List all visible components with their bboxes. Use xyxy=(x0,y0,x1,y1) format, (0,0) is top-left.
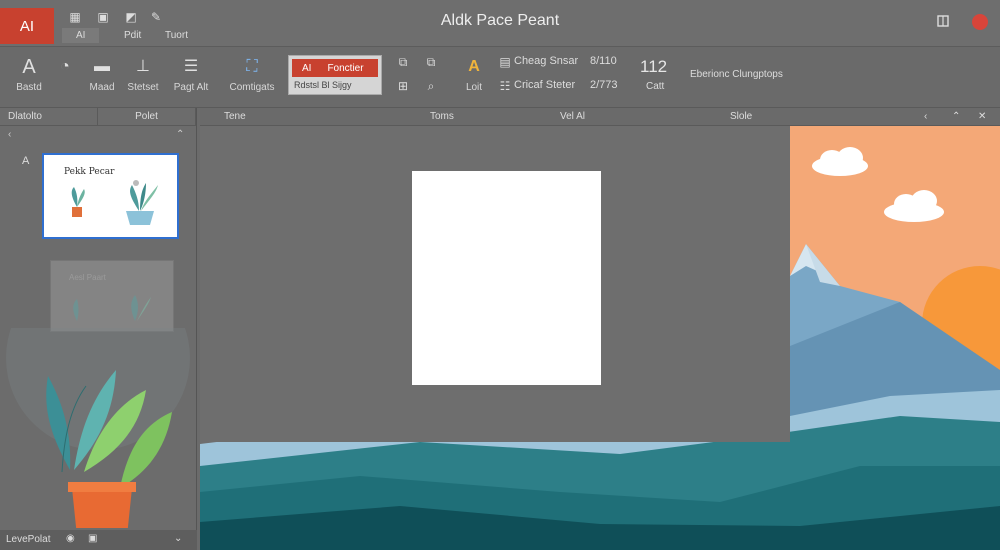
ribbon-row-1[interactable]: Cheag Snsar xyxy=(514,55,578,67)
ribbon-toolbar: A Bastd ◔ ▬ Maad ⊥ Stetset ☰ Pagt Alt ⛶ … xyxy=(0,46,1000,108)
tab-insert[interactable]: Tuort xyxy=(165,30,188,41)
new-slide-button[interactable]: ▬ Maad xyxy=(86,57,118,93)
tab-ai[interactable]: AI xyxy=(62,28,100,43)
layout-label: Pagt Alt xyxy=(173,82,209,93)
header-slide[interactable]: Slole xyxy=(730,111,752,122)
chevron-down-icon[interactable]: ⌄ xyxy=(174,533,182,544)
tab-edit[interactable]: Pdit xyxy=(124,30,141,41)
reset-label: Stetset xyxy=(127,82,159,93)
reset-button[interactable]: ⊥ Stetset xyxy=(120,57,166,93)
restore-icon[interactable] xyxy=(936,14,950,28)
ribbon-row-1-value: 8/110 xyxy=(590,55,617,67)
title-bar: AI ▦ ▣ ◩ ✎ AI Pdit Tuort Aldk Pace Peant xyxy=(0,0,1000,46)
font-size-label: Catt xyxy=(646,81,665,92)
image-edit-icon: ⛶ xyxy=(246,58,258,75)
paste-icon[interactable]: ⧉ xyxy=(424,55,438,69)
layout-button[interactable]: ☰ Pagt Alt xyxy=(168,57,214,93)
bold-text-button[interactable]: A Bastd xyxy=(14,57,44,93)
thumbnail-plant-icon xyxy=(71,180,158,225)
slides-panel: Dlatolto Polet ‹ ⌃ A Pekk Pecar Aesl Paa… xyxy=(0,108,197,550)
ribbon-row-2[interactable]: Cricaf Steter xyxy=(514,79,575,91)
window-title: Aldk Pace Peant xyxy=(440,12,560,29)
image-edit-button[interactable]: ⛶ Comtigats xyxy=(224,57,280,93)
slide-thumbnail-2[interactable]: Aesl Paart xyxy=(50,260,174,332)
slide-thumbnail-1[interactable]: Pekk Pecar xyxy=(42,153,179,239)
close-button[interactable] xyxy=(972,14,988,30)
edit-icon[interactable]: ▤ xyxy=(498,55,512,69)
font-selector[interactable]: AI Fonctier Rdstsl Bl Sijgy xyxy=(288,55,382,95)
collapse-up-icon[interactable]: ⌃ xyxy=(176,129,184,140)
bold-text-label: Bastd xyxy=(16,82,42,93)
slides-panel-tabs: Dlatolto Polet xyxy=(0,108,196,126)
font-selector-header: AI Fonctier xyxy=(292,59,378,77)
slide-number: A xyxy=(22,155,30,167)
view-icon[interactable]: ▣ xyxy=(88,533,97,544)
font-selector-left: AI xyxy=(302,62,312,74)
search-icon[interactable]: ⌕ xyxy=(424,79,438,93)
layout-icon: ☰ xyxy=(183,58,199,75)
text-effects-icon: A xyxy=(468,58,480,75)
ribbon-row-2-value: 2/773 xyxy=(590,79,618,91)
pin-icon: ⊥ xyxy=(136,58,150,75)
image-edit-label: Comtigats xyxy=(229,82,275,93)
header-toms[interactable]: Toms xyxy=(430,111,454,122)
header-vel[interactable]: Vel Al xyxy=(560,111,585,122)
header-theme[interactable]: Tene xyxy=(224,111,246,122)
copy-icon[interactable]: ⧉ xyxy=(396,55,410,69)
font-selector-right: Fonctier xyxy=(327,62,364,74)
text-A-icon: A xyxy=(22,56,36,78)
thumbnail-2-plant-icon xyxy=(73,295,151,321)
shape-button[interactable]: ◔ xyxy=(54,57,76,82)
font-size-value[interactable]: 112 xyxy=(640,57,667,77)
chevron-up-icon[interactable]: ⌃ xyxy=(952,111,960,122)
text-effects-label: Loit xyxy=(465,82,483,93)
text-effects-button[interactable]: A Loit xyxy=(462,57,486,93)
slide-icon: ▬ xyxy=(94,58,110,75)
ribbon-right-label[interactable]: Eberionc Clungptops xyxy=(690,69,783,80)
tab-slides[interactable]: Polet xyxy=(98,108,196,125)
tab-outline[interactable]: Dlatolto xyxy=(0,108,98,125)
list-icon[interactable]: ☷ xyxy=(498,79,512,93)
close-pane-icon[interactable]: ✕ xyxy=(978,111,986,122)
camera-icon[interactable]: ◉ xyxy=(66,533,75,544)
shape-icon: ◔ xyxy=(60,58,70,75)
collapse-left-icon[interactable]: ‹ xyxy=(8,129,11,140)
blank-page[interactable] xyxy=(412,171,601,385)
new-slide-label: Maad xyxy=(89,82,115,93)
font-selector-sub: Rdstsl Bl Sijgy xyxy=(294,80,352,90)
plant-illustration xyxy=(6,328,190,528)
workspace-header: Tene Toms Vel Al Slole ‹ ⌃ ✕ xyxy=(200,108,1000,126)
status-text: LevePolat xyxy=(6,534,51,545)
grid-small-icon[interactable]: ⊞ xyxy=(396,79,410,93)
status-bar: LevePolat ◉ ▣ ⌄ xyxy=(0,530,197,550)
chevron-left-icon[interactable]: ‹ xyxy=(924,111,927,122)
